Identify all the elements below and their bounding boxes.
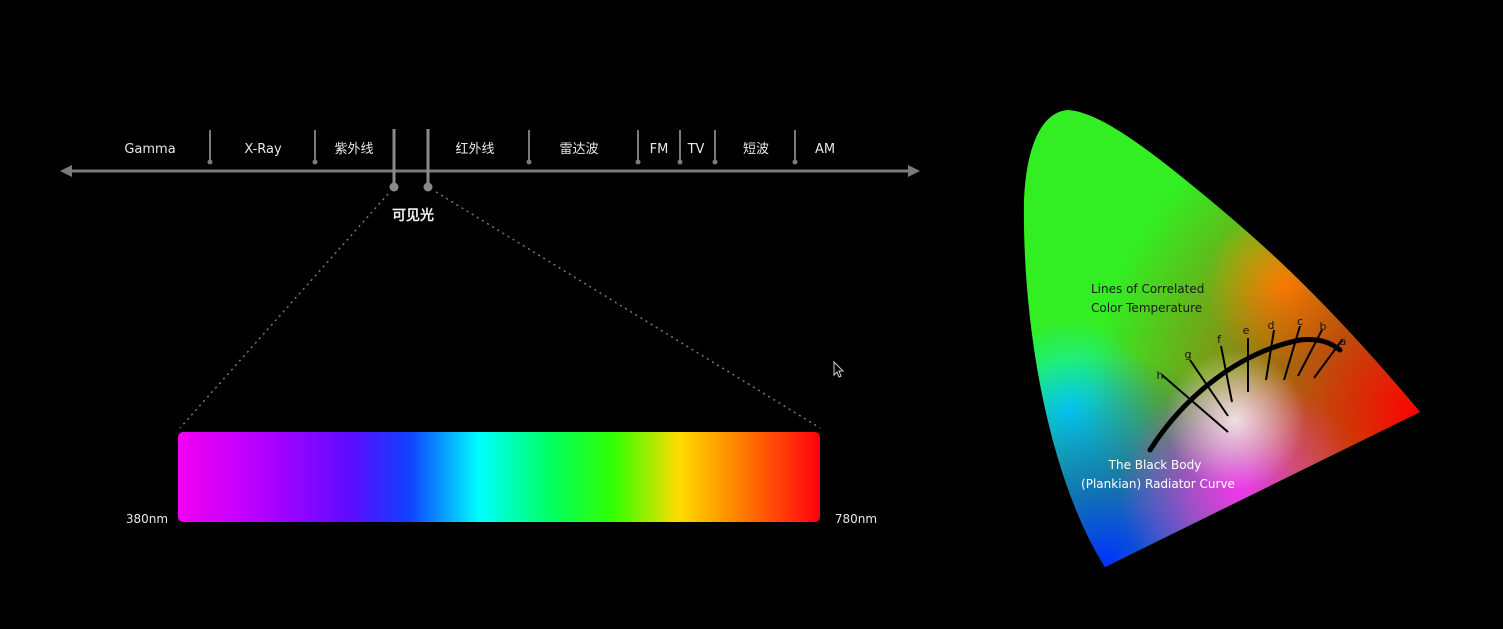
- cct-label-line2: Color Temperature: [1091, 301, 1202, 315]
- cct-letter-d: d: [1268, 319, 1275, 332]
- band-label-fm: FM: [650, 142, 669, 157]
- band-labels: Gamma X-Ray 紫外线 红外线 雷达波 FM TV 短波 AM: [124, 141, 835, 157]
- band-label-radar: 雷达波: [559, 142, 598, 157]
- mouse-cursor-icon: [833, 360, 845, 378]
- band-label-xray: X-Ray: [244, 142, 282, 157]
- cct-letter-a: a: [1340, 335, 1347, 348]
- visible-spectrum-bar: [178, 432, 820, 522]
- cct-label-line1: Lines of Correlated: [1091, 282, 1204, 296]
- visible-markers: [389, 129, 433, 192]
- cct-letter-c: c: [1297, 315, 1303, 328]
- spectrum-axis: [60, 129, 920, 192]
- cct-letter-b: b: [1320, 320, 1327, 333]
- range-end-label: 780nm: [835, 512, 877, 526]
- cct-letter-h: h: [1157, 369, 1164, 382]
- band-label-shortwave: 短波: [743, 142, 769, 157]
- band-label-gamma: Gamma: [124, 142, 175, 157]
- range-start-label: 380nm: [126, 512, 168, 526]
- band-label-uv: 紫外线: [334, 142, 373, 157]
- band-dividers: [209, 130, 796, 162]
- band-label-am: AM: [815, 142, 835, 157]
- cct-letter-e: e: [1243, 324, 1250, 337]
- visible-light-label: 可见光: [392, 207, 434, 224]
- projection-lines: [179, 191, 821, 429]
- curve-label-line1: The Black Body: [1108, 458, 1202, 472]
- cct-letter-g: g: [1185, 348, 1192, 361]
- band-label-tv: TV: [687, 142, 705, 157]
- diagram-canvas: Gamma X-Ray 紫外线 红外线 雷达波 FM TV 短波 AM 可见光 …: [60, 110, 1420, 567]
- curve-label-line2: (Plankian) Radiator Curve: [1081, 477, 1235, 491]
- band-label-infrared: 红外线: [455, 141, 494, 157]
